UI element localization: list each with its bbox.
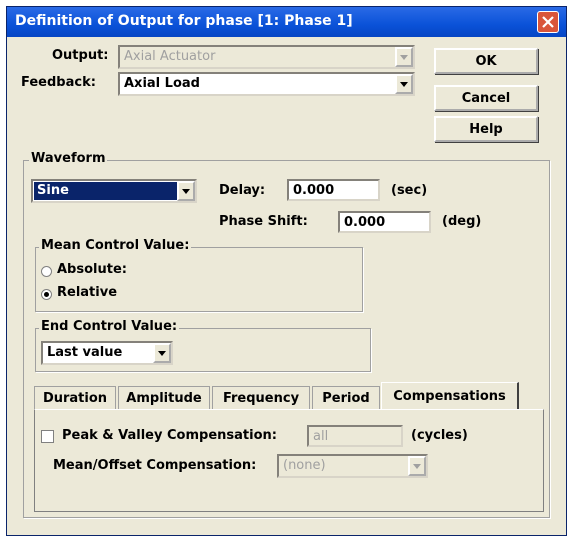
window-title: Definition of Output for phase [1: Phase…: [15, 13, 353, 29]
chevron-down-icon: [182, 188, 190, 194]
peak-valley-cycles-input: all: [307, 425, 403, 447]
peak-valley-label[interactable]: Peak & Valley Compensation:: [62, 428, 277, 443]
ok-button[interactable]: OK: [434, 48, 538, 74]
chevron-down-icon: [158, 350, 166, 356]
mean-offset-label: Mean/Offset Compensation:: [53, 458, 257, 473]
phase-shift-input[interactable]: 0.000: [338, 211, 431, 233]
delay-input[interactable]: 0.000: [287, 179, 380, 201]
output-select-value: Axial Actuator: [124, 49, 216, 64]
mean-control-group: [35, 247, 363, 312]
phase-shift-unit: (deg): [442, 214, 482, 229]
tab-period[interactable]: Period: [312, 386, 380, 410]
peak-valley-cycles-value: all: [313, 429, 329, 444]
phase-shift-label: Phase Shift:: [219, 214, 308, 229]
feedback-select[interactable]: Axial Load: [118, 72, 415, 96]
tab-frequency[interactable]: Frequency: [212, 386, 310, 410]
relative-radio-label[interactable]: Relative: [57, 285, 117, 300]
feedback-select-value: Axial Load: [124, 76, 200, 91]
waveform-legend: Waveform: [29, 151, 108, 166]
delay-value: 0.000: [293, 183, 335, 198]
tab-amplitude[interactable]: Amplitude: [118, 386, 210, 410]
mean-offset-dropdown-button: [408, 456, 426, 476]
title-bar[interactable]: Definition of Output for phase [1: Phase…: [7, 7, 566, 37]
tab-compensations[interactable]: Compensations: [381, 382, 519, 410]
delay-label: Delay:: [219, 183, 266, 198]
output-label: Output:: [52, 48, 109, 63]
feedback-label: Feedback:: [21, 75, 96, 90]
output-select: Axial Actuator: [118, 45, 415, 69]
waveform-type-select[interactable]: Sine: [31, 179, 197, 203]
end-control-value: Last value: [47, 345, 123, 360]
mean-offset-select: (none): [277, 454, 428, 478]
cancel-button[interactable]: Cancel: [434, 85, 538, 111]
peak-valley-checkbox[interactable]: [41, 430, 54, 443]
phase-shift-value: 0.000: [344, 215, 386, 230]
end-control-legend: End Control Value:: [39, 319, 180, 334]
chevron-down-icon: [400, 81, 408, 87]
mean-control-legend: Mean Control Value:: [39, 238, 192, 253]
close-icon: [542, 16, 554, 28]
chevron-down-icon: [400, 54, 408, 60]
waveform-type-value: Sine: [37, 183, 69, 198]
radio-selected-dot: [44, 292, 49, 297]
end-control-select[interactable]: Last value: [41, 341, 173, 365]
feedback-dropdown-button[interactable]: [395, 74, 413, 94]
close-button[interactable]: [537, 11, 559, 33]
dialog-window: Definition of Output for phase [1: Phase…: [6, 6, 567, 536]
end-control-dropdown-button[interactable]: [153, 343, 171, 363]
help-button[interactable]: Help: [434, 116, 538, 142]
chevron-down-icon: [413, 463, 421, 469]
relative-radio[interactable]: [41, 289, 52, 300]
output-dropdown-button: [395, 47, 413, 67]
mean-offset-value: (none): [283, 458, 326, 473]
peak-valley-unit: (cycles): [411, 428, 468, 443]
waveform-type-dropdown-button[interactable]: [177, 181, 195, 201]
absolute-radio-label[interactable]: Absolute:: [57, 262, 127, 277]
delay-unit: (sec): [391, 183, 428, 198]
tab-duration[interactable]: Duration: [34, 386, 116, 410]
absolute-radio[interactable]: [41, 266, 52, 277]
